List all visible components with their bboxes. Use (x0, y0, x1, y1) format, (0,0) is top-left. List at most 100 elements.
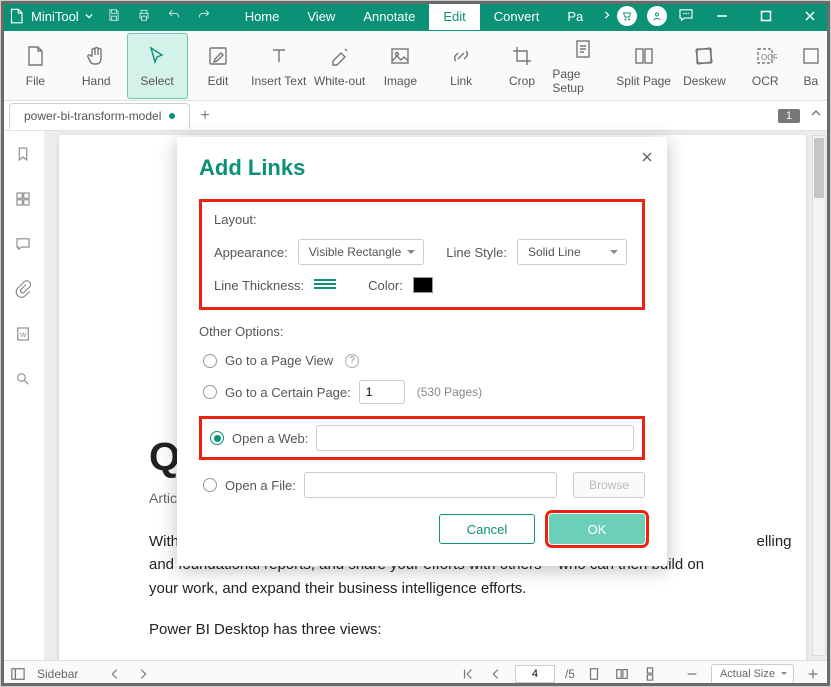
app-logo (7, 5, 25, 27)
user-icon[interactable] (647, 6, 667, 26)
line-style-dropdown[interactable]: Solid Line (517, 239, 627, 265)
side-rail: W (1, 131, 45, 660)
chat-icon[interactable] (677, 6, 695, 27)
ribbon-label: Deskew (683, 74, 726, 88)
pages-hint: (530 Pages) (417, 385, 482, 399)
search-icon[interactable] (14, 370, 32, 393)
radio-icon[interactable] (210, 431, 224, 445)
cart-icon[interactable] (617, 6, 637, 26)
first-page-icon[interactable] (459, 665, 477, 683)
option-open-file[interactable]: Open a File: Browse (199, 472, 645, 498)
ribbon-label: Page Setup (552, 67, 613, 95)
maximize-button[interactable] (749, 2, 783, 30)
collapse-ribbon-icon[interactable] (810, 108, 822, 123)
sidebar-label: Sidebar (37, 667, 78, 681)
redo-icon[interactable] (197, 8, 211, 25)
add-links-dialog: Add Links Layout: Appearance: Visible Re… (177, 137, 667, 566)
undo-icon[interactable] (167, 8, 181, 25)
line-thickness-picker[interactable] (314, 279, 336, 291)
document-tab[interactable]: power-bi-transform-model (9, 103, 190, 129)
menu-edit[interactable]: Edit (429, 3, 479, 30)
ribbon-label: Hand (82, 74, 111, 88)
zoom-out-icon[interactable] (683, 665, 701, 683)
vertical-scrollbar[interactable] (812, 135, 826, 656)
ribbon-page-setup[interactable]: Page Setup (552, 33, 613, 99)
option-label: Open a File: (225, 478, 296, 493)
sidebar-toggle-icon[interactable] (9, 665, 27, 683)
two-page-view-icon[interactable] (613, 665, 631, 683)
ribbon-label: Image (384, 74, 417, 88)
attachment-icon[interactable] (14, 280, 32, 303)
scrollbar-thumb[interactable] (814, 138, 824, 198)
ribbon-label: White-out (314, 74, 365, 88)
minimize-button[interactable] (705, 2, 739, 30)
certain-page-input[interactable] (359, 380, 405, 404)
status-bar: Sidebar /5 Actual Size (1, 660, 830, 686)
ribbon-file[interactable]: File (5, 33, 66, 99)
current-page-input[interactable] (515, 665, 555, 683)
ribbon-label: Ba (804, 74, 819, 88)
ribbon-edit[interactable]: Edit (188, 33, 249, 99)
ok-button[interactable]: OK (549, 514, 645, 544)
line-thickness-label: Line Thickness: (214, 278, 304, 293)
continuous-view-icon[interactable] (641, 665, 659, 683)
file-path-input[interactable] (304, 472, 557, 498)
option-page-view[interactable]: Go to a Page View ? (199, 353, 645, 368)
ribbon-whiteout[interactable]: White-out (309, 33, 370, 99)
web-url-input[interactable] (316, 425, 634, 451)
ribbon-select[interactable]: Select (127, 33, 188, 99)
page-badge: 1 (778, 109, 800, 123)
ribbon-image[interactable]: Image (370, 33, 431, 99)
option-label: Go to a Certain Page: (225, 385, 351, 400)
radio-icon (203, 385, 217, 399)
option-label: Go to a Page View (225, 353, 333, 368)
layout-section-highlight: Layout: Appearance: Visible Rectangle Li… (199, 199, 645, 310)
ribbon-split-page[interactable]: Split Page (613, 33, 674, 99)
prev-page-alt-icon[interactable] (106, 665, 124, 683)
ribbon-deskew[interactable]: Deskew (674, 33, 735, 99)
cancel-button[interactable]: Cancel (439, 514, 535, 544)
comments-icon[interactable] (14, 235, 32, 258)
bookmark-icon[interactable] (14, 145, 32, 168)
ribbon-ocr[interactable]: OCR OCR (735, 33, 796, 99)
single-page-view-icon[interactable] (585, 665, 603, 683)
menu-convert[interactable]: Convert (480, 3, 554, 30)
title-right (617, 2, 831, 30)
menu-annotate[interactable]: Annotate (349, 3, 429, 30)
add-tab-button[interactable]: + (200, 107, 209, 125)
dialog-close-button[interactable] (641, 151, 653, 166)
zoom-select[interactable]: Actual Size (711, 664, 794, 684)
help-icon[interactable]: ? (345, 354, 359, 368)
print-icon[interactable] (137, 8, 151, 25)
word-export-icon[interactable]: W (14, 325, 32, 348)
menu-overflow-item[interactable]: Pa (553, 3, 597, 30)
color-picker[interactable] (413, 277, 433, 293)
menu-home[interactable]: Home (231, 3, 294, 30)
ribbon-label: OCR (752, 74, 779, 88)
other-options-label: Other Options: (199, 324, 645, 339)
menu-overflow-icon[interactable] (597, 9, 617, 23)
option-label: Open a Web: (232, 431, 308, 446)
svg-text:W: W (20, 332, 27, 339)
title-bar: MiniTool Home View Annotate Edit Convert… (1, 1, 830, 31)
doc-paragraph: Power BI Desktop has three views: (149, 618, 716, 641)
menu-view[interactable]: View (293, 3, 349, 30)
ribbon-link[interactable]: Link (431, 33, 492, 99)
next-page-alt-icon[interactable] (134, 665, 152, 683)
chevron-down-icon[interactable] (85, 9, 93, 23)
zoom-in-icon[interactable] (804, 665, 822, 683)
svg-text:OCR: OCR (761, 53, 777, 62)
ribbon-hand[interactable]: Hand (66, 33, 127, 99)
appearance-label: Appearance: (214, 245, 288, 260)
option-certain-page[interactable]: Go to a Certain Page: (530 Pages) (199, 380, 645, 404)
thumbnails-icon[interactable] (14, 190, 32, 213)
ribbon-overflow[interactable]: Ba (796, 33, 826, 99)
ribbon-insert-text[interactable]: Insert Text (248, 33, 309, 99)
close-button[interactable] (793, 2, 827, 30)
line-style-label: Line Style: (446, 245, 507, 260)
appearance-dropdown[interactable]: Visible Rectangle (298, 239, 425, 265)
prev-page-icon[interactable] (487, 665, 505, 683)
browse-button[interactable]: Browse (573, 472, 645, 498)
ribbon-crop[interactable]: Crop (492, 33, 553, 99)
save-icon[interactable] (107, 8, 121, 25)
